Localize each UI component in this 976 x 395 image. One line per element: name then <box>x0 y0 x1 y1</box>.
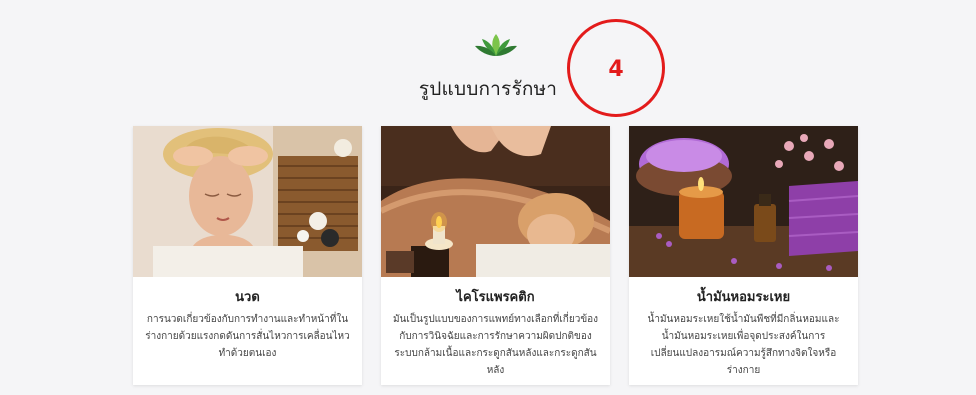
section-title: รูปแบบการรักษา <box>418 78 558 100</box>
card-title: น้ำมันหอมระเหย <box>696 290 791 305</box>
treatment-card-aromatherapy[interactable]: น้ำมันหอมระเหย น้ำมันหอมระเหยใช้น้ำมันพื… <box>629 126 858 385</box>
treatment-card-massage[interactable]: นวด การนวดเกี่ยวข้องกับการทำงานและทำหน้า… <box>133 126 362 385</box>
lotus-icon <box>475 34 517 56</box>
card-title: ไคโรแพรคติก <box>456 290 535 305</box>
annotation-number: 4 <box>608 57 624 82</box>
massage-face-photo[interactable] <box>133 126 362 277</box>
section-header: รูปแบบการรักษา 4 <box>0 0 976 120</box>
card-description: การนวดเกี่ยวข้องกับการทำงานและทำหน้าที่ใ… <box>145 314 350 359</box>
treatment-card-chiropractic[interactable]: ไคโรแพรคติก มันเป็นรูปแบบของการแพทย์ทางเ… <box>381 126 610 385</box>
back-massage-photo[interactable] <box>381 126 610 277</box>
aromatherapy-photo[interactable] <box>629 126 858 277</box>
card-title: นวด <box>235 290 260 305</box>
card-description: มันเป็นรูปแบบของการแพทย์ทางเลือกที่เกี่ย… <box>392 314 599 376</box>
card-description: น้ำมันหอมระเหยใช้น้ำมันพืชที่มีกลิ่นหอมแ… <box>647 314 840 376</box>
